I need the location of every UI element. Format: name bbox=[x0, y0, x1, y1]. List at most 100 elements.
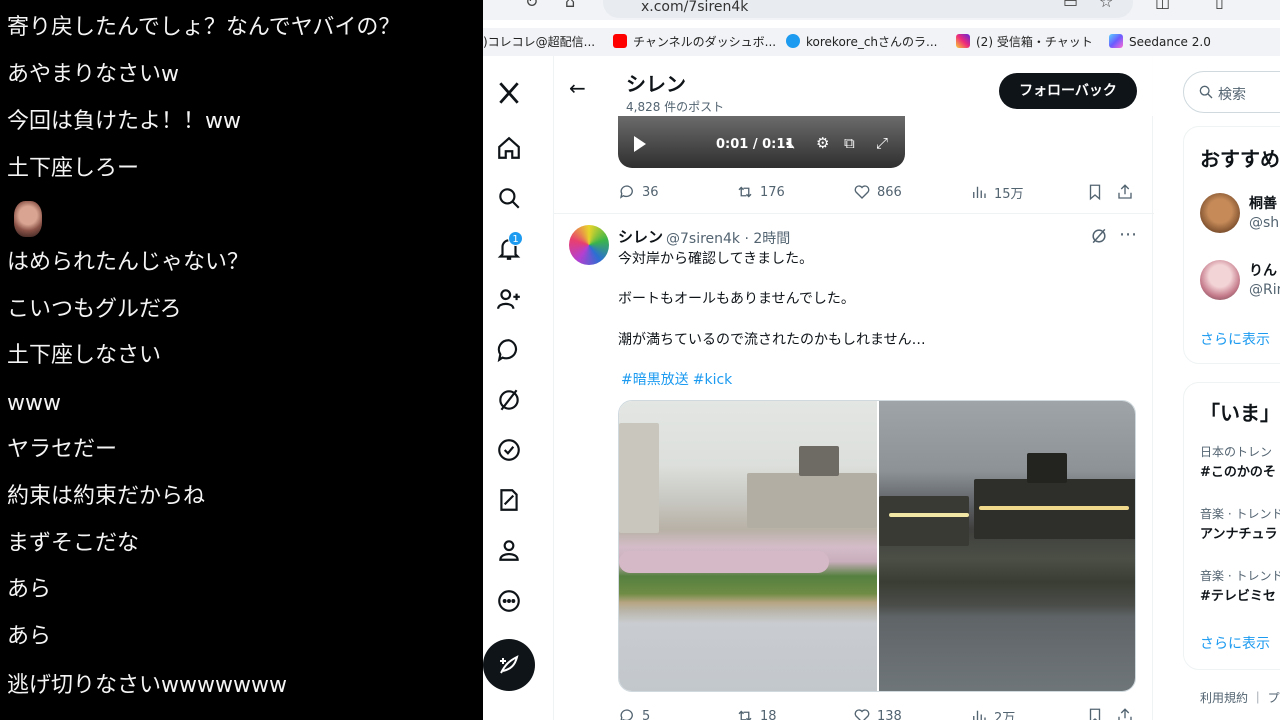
bookmark-item[interactable]: チャンネルのダッシュボ... bbox=[613, 34, 776, 50]
video-player[interactable]: 0:01 / 0:11 🔇︎ ⚙ ⧉ ⤢ bbox=[618, 116, 905, 168]
views-button[interactable]: 15万 bbox=[970, 180, 1024, 204]
chat-message: 土下座しなさい bbox=[7, 343, 162, 368]
profile-header: ← シレン 4,828 件のポスト フォローバック bbox=[554, 56, 1154, 116]
share-button[interactable] bbox=[1116, 180, 1140, 204]
post-actions: 5 18 138 2万 bbox=[618, 704, 1138, 720]
bookmark-item[interactable]: Seedance 2.0 bbox=[1109, 34, 1211, 50]
address-bar[interactable]: x.com/7siren4k bbox=[603, 0, 1133, 18]
trend-meta: 音楽 · トレンド bbox=[1200, 507, 1280, 521]
post-handle-time: @7siren4k · 2時間 bbox=[666, 231, 791, 247]
follow-nav-icon[interactable] bbox=[494, 284, 524, 314]
post-author-name[interactable]: シレン bbox=[618, 226, 663, 247]
trend-item[interactable]: アンナチュラ bbox=[1200, 523, 1277, 542]
chat-message: 土下座しろー bbox=[7, 156, 140, 181]
user-avatar[interactable] bbox=[1200, 193, 1240, 233]
right-sidebar: 検索 おすすめ 桐善 @shi りん @Rin さらに表示 「いま」 日本のトレ… bbox=[1183, 56, 1280, 720]
reply-button[interactable]: 36 bbox=[618, 180, 659, 204]
building-shape bbox=[1027, 453, 1067, 483]
instagram-icon bbox=[956, 34, 970, 48]
chat-message: 今回は負けたよ！！ww bbox=[7, 109, 241, 134]
more-nav-icon[interactable] bbox=[494, 586, 524, 616]
grok-nav-icon[interactable] bbox=[494, 385, 524, 415]
chat-message: あら bbox=[7, 577, 52, 602]
hashtag-link[interactable]: #暗黒放送 bbox=[621, 372, 689, 388]
trend-item[interactable]: #テレビミセ bbox=[1200, 585, 1276, 604]
settings-icon[interactable]: ⚙ bbox=[816, 134, 829, 152]
more-options-icon[interactable]: ⋯ bbox=[1119, 224, 1138, 245]
explore-nav-icon[interactable] bbox=[494, 183, 524, 213]
x-logo-icon[interactable] bbox=[494, 78, 524, 108]
like-button[interactable]: 866 bbox=[853, 180, 902, 204]
notification-badge: 1 bbox=[508, 231, 523, 246]
views-icon bbox=[973, 186, 986, 198]
footer-links[interactable]: 利用規約 ｜ プ bbox=[1200, 689, 1280, 706]
views-button[interactable]: 2万 bbox=[970, 704, 1015, 720]
bookmark-button[interactable] bbox=[1086, 180, 1110, 204]
building-shape bbox=[799, 446, 839, 476]
like-count: 138 bbox=[877, 708, 902, 720]
user-name[interactable]: りん bbox=[1249, 260, 1277, 280]
chat-message: 約束は約束だからね bbox=[7, 484, 206, 509]
window-lights-shape bbox=[979, 506, 1129, 510]
repost-count: 176 bbox=[760, 184, 785, 200]
x-app: 1 0:01 / 0:11 🔇︎ ⚙ ⧉ ⤢ ← シレン 4,828 件のポスト… bbox=[483, 56, 1280, 720]
post-avatar[interactable] bbox=[569, 225, 609, 265]
extensions-icon[interactable]: ◫ bbox=[1155, 0, 1170, 10]
post-photo-day[interactable] bbox=[619, 401, 877, 691]
trends-title: 「いま」 bbox=[1200, 401, 1280, 425]
profile-nav-icon[interactable] bbox=[494, 535, 524, 565]
user-avatar[interactable] bbox=[1200, 260, 1240, 300]
play-icon[interactable] bbox=[634, 136, 646, 152]
drafts-nav-icon[interactable] bbox=[494, 485, 524, 515]
repost-button[interactable]: 176 bbox=[736, 180, 785, 204]
chat-message: まずそこだな bbox=[7, 531, 140, 556]
bookmark-icon bbox=[1089, 708, 1101, 720]
trend-item[interactable]: #このかのそ bbox=[1200, 461, 1276, 480]
pip-icon[interactable]: ⧉ bbox=[844, 134, 855, 152]
install-app-icon[interactable]: ▭ bbox=[1063, 0, 1078, 10]
compose-post-button[interactable] bbox=[483, 639, 535, 691]
grok-icon[interactable] bbox=[1089, 226, 1109, 246]
trend-meta: 音楽 · トレンド bbox=[1200, 569, 1280, 583]
user-handle: @shi bbox=[1249, 215, 1280, 231]
hashtag-link[interactable]: #kick bbox=[693, 372, 733, 388]
share-button[interactable] bbox=[1116, 704, 1140, 720]
home-icon[interactable]: ⌂ bbox=[565, 0, 575, 10]
chat-message: あやまりなさいw bbox=[7, 62, 179, 87]
user-name[interactable]: 桐善 bbox=[1249, 193, 1277, 213]
search-box[interactable]: 検索 bbox=[1183, 71, 1280, 113]
bookmark-star-icon[interactable]: ☆ bbox=[1099, 0, 1113, 10]
mute-icon[interactable]: 🔇︎ bbox=[786, 134, 795, 152]
reply-button[interactable]: 5 bbox=[618, 704, 650, 720]
bookmark-label: Seedance 2.0 bbox=[1129, 35, 1211, 49]
bookmarks-bar: )コレコレ@超配信... チャンネルのダッシュボ... korekore_chさ… bbox=[483, 28, 1280, 56]
post-text-line: 今対岸から確認してきました。 bbox=[618, 251, 814, 267]
show-more-link[interactable]: さらに表示 bbox=[1200, 633, 1270, 653]
show-more-link[interactable]: さらに表示 bbox=[1200, 329, 1270, 349]
delete-icon[interactable]: ▯ bbox=[1215, 0, 1224, 10]
reload-icon[interactable]: ↻ bbox=[525, 0, 538, 10]
home-nav-icon[interactable] bbox=[494, 133, 524, 163]
reply-count: 36 bbox=[642, 184, 659, 200]
like-button[interactable]: 138 bbox=[853, 704, 902, 720]
post-actions: 36 176 866 15万 bbox=[618, 180, 1138, 204]
bookmark-item[interactable]: )コレコレ@超配信... bbox=[483, 34, 595, 50]
messages-nav-icon[interactable] bbox=[494, 335, 524, 365]
fullscreen-icon[interactable]: ⤢ bbox=[876, 134, 888, 152]
bookmark-button[interactable] bbox=[1086, 704, 1110, 720]
seedance-icon bbox=[1109, 34, 1123, 48]
post-divider bbox=[554, 213, 1154, 214]
bookmark-item[interactable]: korekore_chさんのラ... bbox=[786, 34, 937, 50]
post-photo-night[interactable] bbox=[879, 401, 1135, 691]
repost-button[interactable]: 18 bbox=[736, 704, 777, 720]
follow-back-button[interactable]: フォローバック bbox=[999, 73, 1137, 109]
back-arrow-icon[interactable]: ← bbox=[569, 78, 586, 98]
bookmark-item[interactable]: (2) 受信箱・チャット bbox=[956, 34, 1093, 50]
post-text-line: 潮が満ちているので流されたのかもしれません… bbox=[618, 332, 926, 348]
like-count: 866 bbox=[877, 184, 902, 200]
verified-nav-icon[interactable] bbox=[494, 435, 524, 465]
heart-icon bbox=[854, 709, 870, 720]
repost-count: 18 bbox=[760, 708, 777, 720]
bookmark-label: (2) 受信箱・チャット bbox=[976, 35, 1093, 49]
post-text-line: ボートもオールもありませんでした。 bbox=[618, 291, 855, 307]
